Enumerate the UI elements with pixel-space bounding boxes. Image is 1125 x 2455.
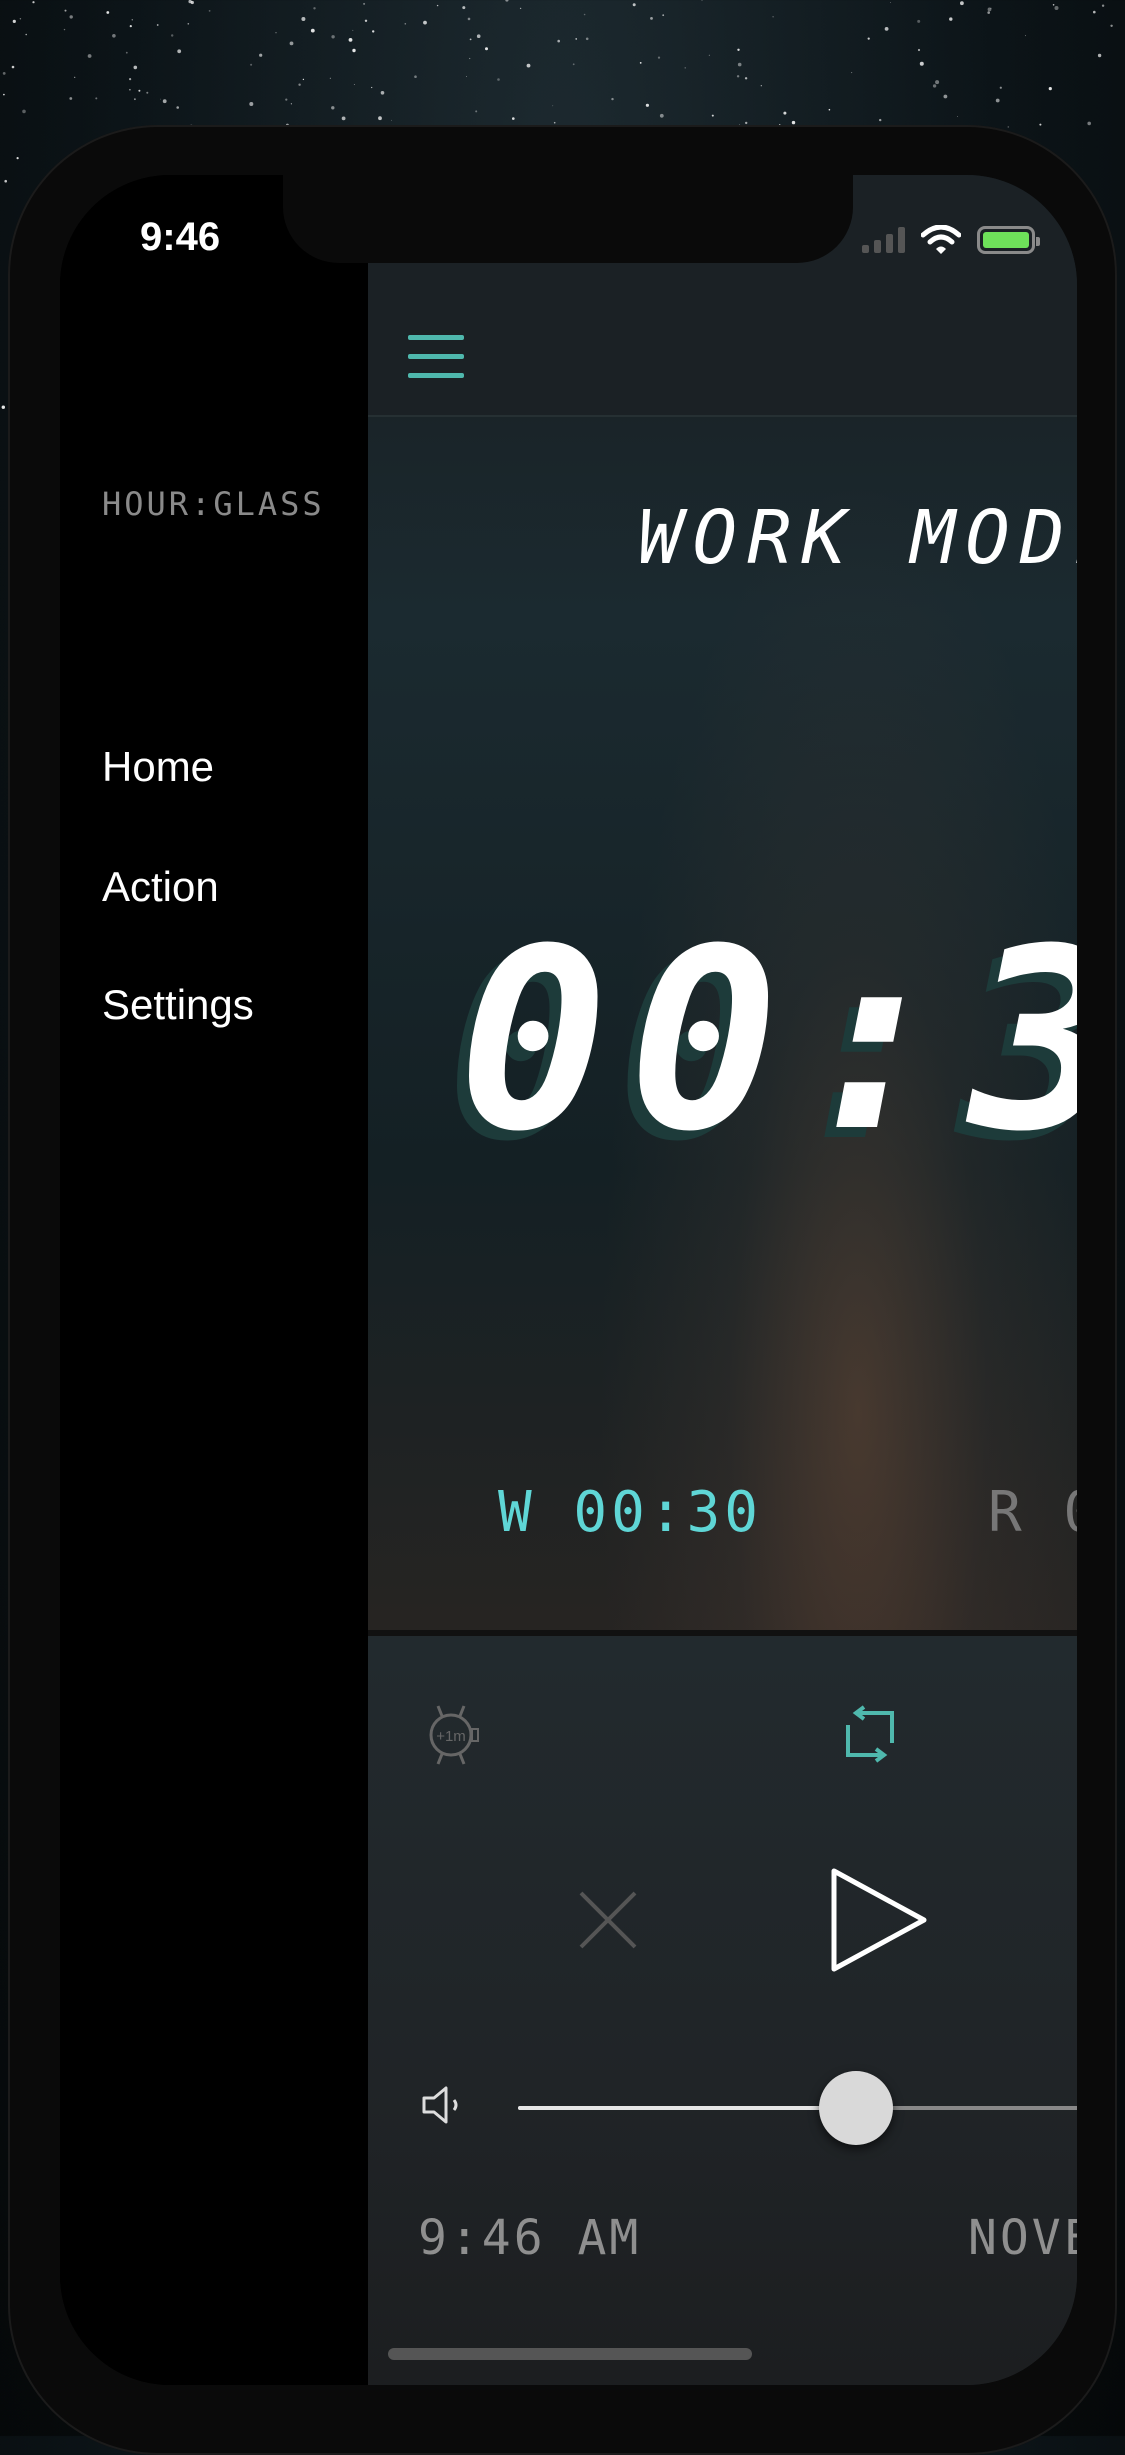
battery-icon xyxy=(977,226,1040,254)
drawer-item-home[interactable]: Home xyxy=(102,743,214,791)
home-indicator[interactable] xyxy=(388,2348,752,2360)
volume-slider-thumb[interactable] xyxy=(819,2071,893,2145)
close-icon[interactable] xyxy=(573,1885,643,1955)
volume-slider-fill xyxy=(518,2106,856,2110)
drawer-item-settings[interactable]: Settings xyxy=(102,981,254,1029)
rest-duration-label[interactable]: R 00: xyxy=(988,1480,1077,1545)
current-time: 9:46 AM xyxy=(418,2210,642,2266)
phone-screen: WORK MODE 00:30 W 00:30 R 00: +1m xyxy=(60,175,1077,2385)
work-duration-label[interactable]: W 00:30 xyxy=(498,1480,762,1545)
cellular-signal-icon xyxy=(862,227,905,253)
countdown-timer: 00:30 xyxy=(458,895,1077,1186)
battery-fill xyxy=(983,232,1029,248)
drawer-item-action[interactable]: Action xyxy=(102,863,219,911)
timer-screen: WORK MODE 00:30 W 00:30 R 00: +1m xyxy=(368,175,1077,2385)
add-minute-watch-icon[interactable]: +1m xyxy=(416,1700,486,1770)
play-icon[interactable] xyxy=(826,1865,936,1975)
phone-notch xyxy=(283,175,853,263)
app-logo: HOUR:GLASS xyxy=(102,485,325,523)
speaker-icon xyxy=(422,2086,458,2124)
hamburger-menu-icon[interactable] xyxy=(408,335,464,379)
status-time: 9:46 xyxy=(140,215,221,259)
add-minute-label: +1m xyxy=(436,1728,466,1745)
status-icons xyxy=(862,225,1040,255)
current-date: NOVE xyxy=(968,2210,1077,2266)
wifi-icon xyxy=(921,225,961,254)
volume-slider[interactable] xyxy=(518,2106,1077,2110)
side-drawer: HOUR:GLASS Home Action Settings xyxy=(60,175,368,2385)
repeat-icon[interactable] xyxy=(838,1705,902,1763)
mode-title: WORK MODE xyxy=(638,495,1077,581)
